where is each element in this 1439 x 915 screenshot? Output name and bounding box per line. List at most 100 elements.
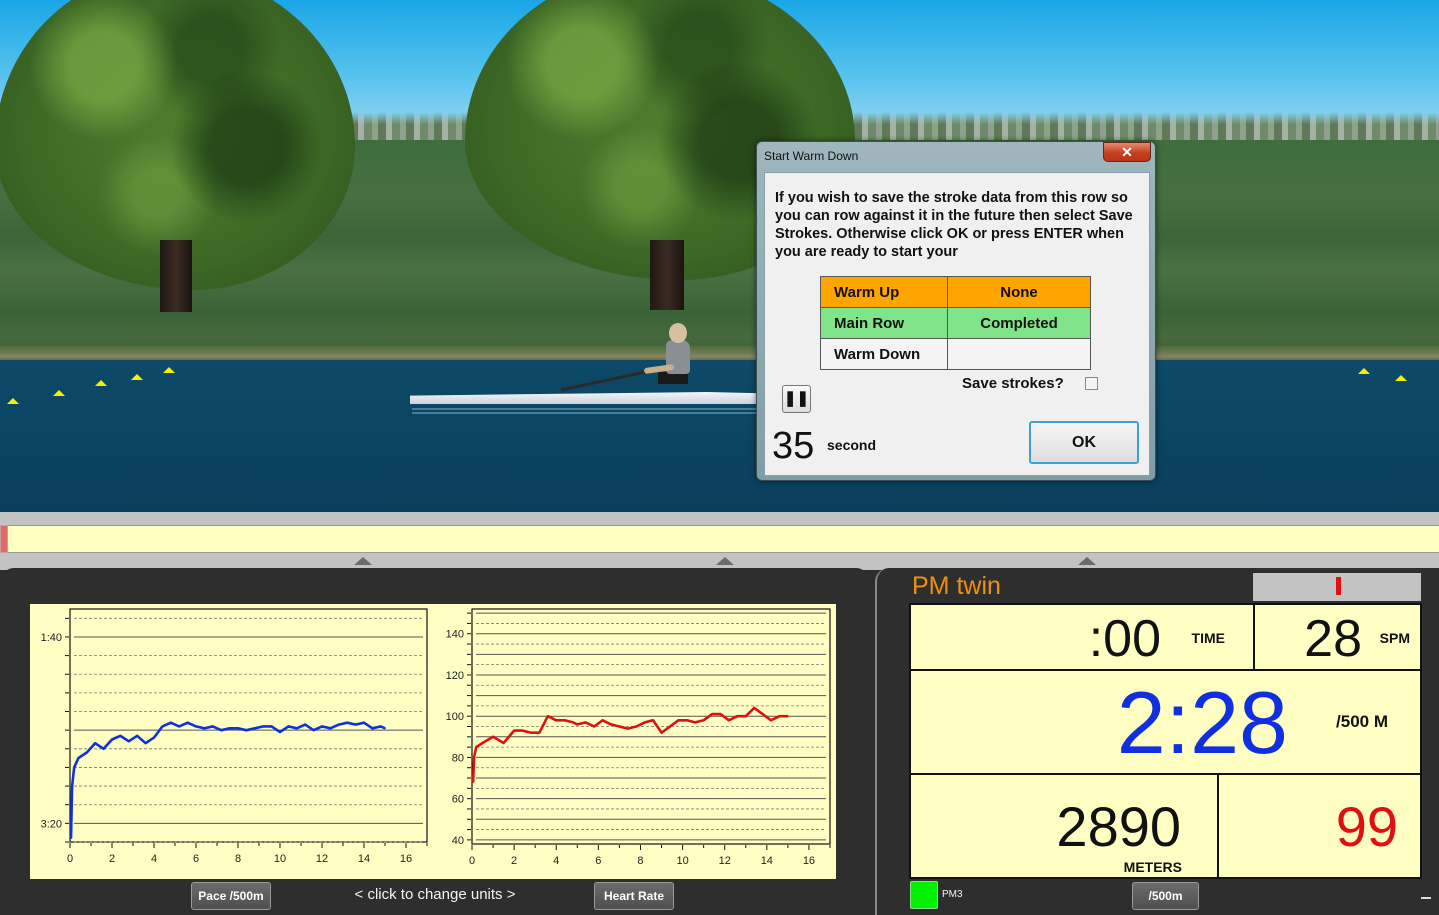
data-point [652, 719, 654, 722]
data-point [111, 738, 113, 741]
data-point [77, 757, 80, 759]
phase-name: Warm Up [820, 276, 948, 308]
minimize-icon[interactable] [1421, 897, 1431, 899]
monitor-units-button[interactable]: /500m [1132, 882, 1199, 910]
data-point [371, 727, 374, 730]
x-tick-label: 4 [553, 855, 559, 867]
data-point [538, 731, 541, 734]
data-point [702, 719, 705, 722]
phase-row: Warm Up None [820, 276, 1091, 308]
data-point [492, 736, 494, 738]
plot-frame [69, 608, 428, 843]
data-point [144, 742, 147, 745]
data-point [354, 723, 357, 726]
heart-rate-value: 99 [1335, 795, 1398, 858]
pause-button[interactable]: ❚❚ [782, 385, 811, 413]
tree-trunk-center [650, 240, 684, 310]
data-point [627, 727, 629, 730]
spm-cell: 28 SPM [1253, 603, 1422, 671]
data-point [304, 723, 307, 726]
x-tick-label: 16 [400, 853, 412, 865]
phase-row: Main Row Completed [820, 307, 1091, 339]
ok-button[interactable]: OK [1029, 421, 1139, 464]
data-point [136, 734, 138, 737]
data-point [380, 725, 382, 728]
save-strokes-checkbox[interactable] [1085, 377, 1098, 390]
meters-unit-label: METERS [1123, 859, 1182, 875]
x-tick-label: 6 [595, 855, 601, 867]
data-point [618, 725, 621, 728]
app-window: 1:40 3:20 0 2 4 6 8 10 12 14 16 40 60 80 100 120 140 0 2 4… [0, 0, 1439, 915]
y-tick-label: 80 [452, 752, 464, 764]
splitter-handle-up-icon[interactable] [354, 557, 372, 565]
pace-cell: 2:28 /500 M [909, 669, 1422, 775]
data-point [384, 727, 386, 730]
data-point [601, 719, 604, 722]
lane-buoy [53, 390, 65, 396]
x-tick-label: 2 [511, 855, 517, 867]
dialog-title: Start Warm Down [764, 149, 859, 163]
time-value: :00 [1088, 610, 1161, 668]
x-tick-label: 16 [803, 855, 815, 867]
x-tick-label: 6 [193, 853, 199, 865]
x-tick-label: 0 [67, 853, 73, 865]
x-tick-label: 8 [235, 853, 241, 865]
data-point [73, 766, 75, 769]
x-tick-label: 12 [316, 853, 328, 865]
y-tick-label: 1:40 [41, 632, 62, 644]
data-point [635, 725, 638, 728]
data-point [660, 731, 663, 734]
y-tick-label: 120 [446, 670, 464, 682]
data-point [736, 715, 739, 717]
phase-status [947, 338, 1091, 370]
data-point [643, 721, 646, 724]
splitter-handle-up-icon[interactable] [716, 557, 734, 565]
x-tick-label: 0 [469, 855, 475, 867]
data-point [753, 707, 755, 709]
data-point [787, 715, 789, 717]
meters-value: 2890 [1056, 795, 1181, 858]
data-point [279, 731, 281, 733]
race-progress-marker [0, 525, 8, 553]
data-point [70, 837, 72, 840]
lane-buoy [1395, 375, 1407, 381]
y-tick-label: 140 [446, 629, 464, 641]
data-point [521, 729, 524, 732]
data-point [312, 729, 315, 731]
heart-rate-button[interactable]: Heart Rate [594, 882, 674, 910]
lane-buoy [163, 367, 175, 373]
pm-title: PM twin [912, 572, 1001, 600]
spm-value: 28 [1304, 610, 1362, 668]
data-point [475, 746, 478, 748]
dialog-message: If you wish to save the stroke data from… [775, 190, 1133, 260]
change-units-hint[interactable]: < click to change units > [300, 886, 570, 903]
pace-units-button[interactable]: Pace /500m [191, 882, 271, 910]
data-point [338, 723, 340, 726]
countdown-unit: second [827, 437, 877, 453]
pace-chart-svg: 1:40 3:20 0 2 4 6 8 10 12 14 16 [41, 608, 428, 865]
data-point [186, 721, 189, 724]
x-tick-label: 8 [637, 855, 643, 867]
data-point [694, 721, 697, 724]
close-icon[interactable]: ✕ [1103, 142, 1151, 162]
data-point [245, 729, 248, 731]
data-point [363, 721, 365, 724]
x-tick-label: 12 [719, 855, 731, 867]
x-tick-label: 4 [151, 853, 157, 865]
race-progress-bar [0, 525, 1439, 553]
x-tick-label: 10 [274, 853, 286, 865]
data-point [195, 725, 197, 728]
splitter-handle-up-icon[interactable] [1078, 557, 1096, 565]
phase-name: Main Row [820, 307, 948, 339]
data-point [94, 742, 96, 745]
data-point [770, 719, 772, 722]
data-point [161, 725, 164, 728]
data-point [572, 721, 574, 724]
data-point [593, 725, 595, 728]
data-point [203, 727, 206, 730]
river-water [0, 360, 1439, 512]
save-strokes-label: Save strokes? [962, 375, 1064, 392]
time-cell: :00 TIME [909, 603, 1255, 671]
dialog-body: If you wish to save the stroke data from… [764, 172, 1150, 476]
data-point [610, 723, 612, 726]
